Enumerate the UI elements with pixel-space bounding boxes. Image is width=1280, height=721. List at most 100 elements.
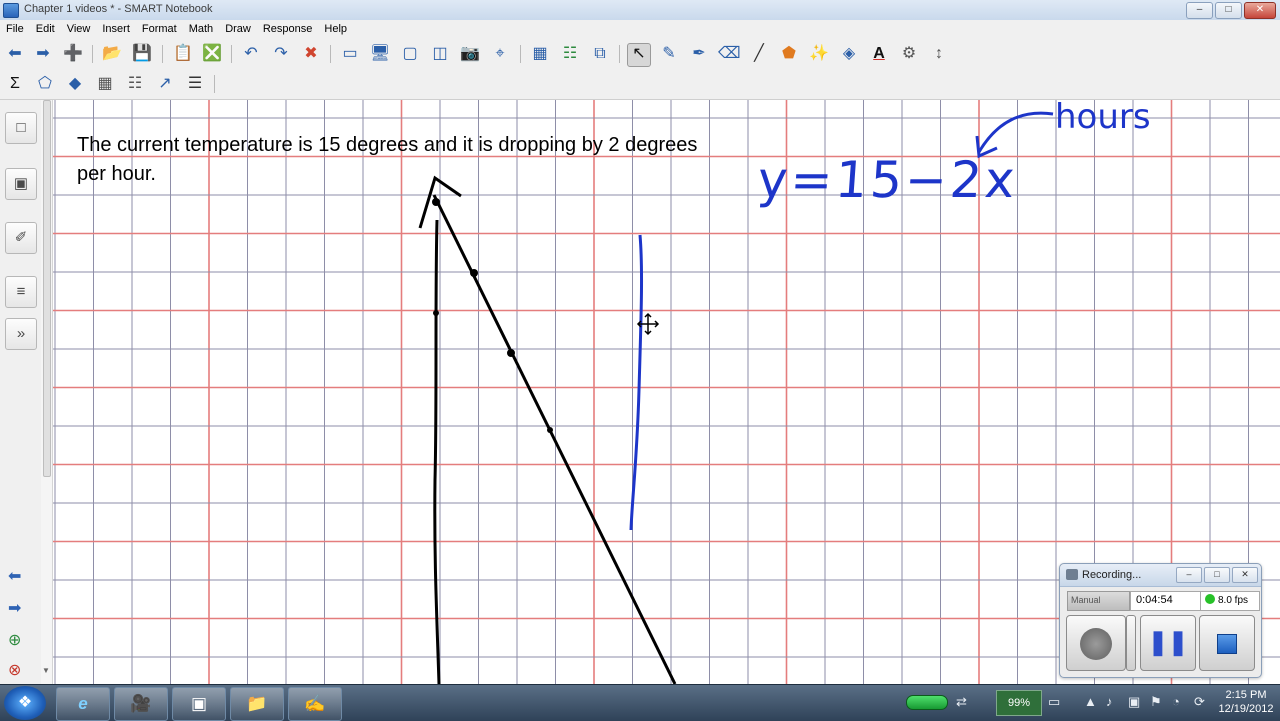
sync-tray-icon[interactable]: ⟳: [1194, 694, 1205, 710]
page-sorter-icon[interactable]: □: [5, 112, 37, 144]
clock[interactable]: 2:15 PM 12/19/2012: [1216, 688, 1276, 716]
select-pointer-icon[interactable]: ↖: [627, 43, 651, 67]
volume-tray-icon[interactable]: ♪: [1106, 694, 1113, 709]
add-ons-tab-icon[interactable]: »: [5, 318, 37, 350]
menu-draw[interactable]: Draw: [219, 20, 257, 39]
shapes-icon[interactable]: ⬟: [778, 43, 800, 65]
menu-help[interactable]: Help: [318, 20, 353, 39]
full-screen-icon[interactable]: 🖥: [369, 43, 391, 65]
wireless-tray-icon[interactable]: ◔: [1172, 694, 1180, 709]
recorder-app-icon[interactable]: ▣: [172, 687, 226, 721]
previous-page-icon[interactable]: ⬅: [8, 566, 21, 586]
insert-table-icon[interactable]: ▦: [529, 43, 551, 65]
window-title: Chapter 1 videos * - SMART Notebook: [24, 3, 213, 15]
dual-page-icon[interactable]: ◫: [429, 43, 451, 65]
pen-icon[interactable]: ✎: [658, 43, 680, 65]
properties-gear-icon[interactable]: ⚙: [898, 43, 920, 65]
stop-button[interactable]: [1199, 615, 1255, 671]
recorder-title-bar[interactable]: Recording... – □ ✕: [1060, 564, 1261, 587]
fps-indicator: 8.0 fps: [1200, 591, 1260, 611]
scrollbar-thumb[interactable]: [43, 100, 51, 477]
document-camera-icon[interactable]: ⌖: [489, 43, 511, 65]
internet-explorer-icon[interactable]: e: [56, 687, 110, 721]
redo-icon[interactable]: ↷: [270, 43, 292, 65]
menu-math[interactable]: Math: [183, 20, 219, 39]
menu-edit[interactable]: Edit: [30, 20, 61, 39]
system-tray: ⇄ 99% ▭ ▲ ♪ ▣ ⚑ ◔ ⟳ 2:15 PM 12/19/2012: [862, 685, 1280, 721]
delete-icon[interactable]: ✖: [300, 43, 322, 65]
flag-tray-icon[interactable]: ⚑: [1150, 694, 1162, 710]
save-icon[interactable]: 💾: [131, 43, 153, 65]
add-ons-icon[interactable]: ⧉: [589, 43, 611, 65]
fill-icon[interactable]: ◈: [838, 43, 860, 65]
grid-icon[interactable]: ▦: [94, 73, 116, 95]
record-button[interactable]: [1066, 615, 1126, 671]
forward-arrow-icon[interactable]: ➡: [32, 43, 54, 65]
paste-icon[interactable]: 📋: [172, 43, 194, 65]
network-tray-icon[interactable]: ⇄: [956, 694, 967, 710]
add-page-icon[interactable]: ➕: [62, 43, 84, 65]
recording-mode-select[interactable]: Manual: [1067, 591, 1130, 611]
recorder-window-controls: – □ ✕: [1176, 567, 1258, 583]
graph-icon[interactable]: ↗: [154, 73, 176, 95]
minimize-button[interactable]: –: [1186, 2, 1213, 19]
delete-page-icon[interactable]: ❎: [201, 43, 223, 65]
open-folder-icon[interactable]: 📂: [101, 43, 123, 65]
show-hidden-icons-icon[interactable]: ▲: [1084, 694, 1097, 709]
fps-value: 8.0 fps: [1218, 595, 1249, 606]
properties-icon[interactable]: ☷: [559, 43, 581, 65]
table-icon[interactable]: ☷: [124, 73, 146, 95]
delete-page-side-icon[interactable]: ⊗: [8, 660, 21, 680]
power-tray-icon[interactable]: ▭: [1048, 694, 1060, 710]
start-button[interactable]: ❖: [4, 686, 46, 720]
undo-icon[interactable]: ↶: [240, 43, 262, 65]
close-button[interactable]: ✕: [1244, 2, 1276, 19]
side-scrollbar[interactable]: ▼: [41, 100, 53, 684]
transparent-background-icon[interactable]: ▢: [399, 43, 421, 65]
pause-button[interactable]: ❚❚: [1140, 615, 1196, 671]
axis-point: [433, 310, 439, 316]
response-icon[interactable]: ☰: [184, 73, 206, 95]
move-toolbar-icon[interactable]: ↕: [928, 43, 950, 65]
scroll-down-icon[interactable]: ▼: [42, 666, 50, 675]
screen-capture-icon[interactable]: 📷: [459, 43, 481, 65]
battery-percentage[interactable]: 99%: [996, 690, 1042, 716]
magic-pen-icon[interactable]: ✨: [808, 43, 830, 65]
elapsed-time: 0:04:54: [1130, 591, 1203, 611]
menu-response[interactable]: Response: [257, 20, 319, 39]
attachments-icon[interactable]: ✐: [5, 222, 37, 254]
recorder-maximize-button[interactable]: □: [1204, 567, 1230, 583]
properties-tab-icon[interactable]: ≡: [5, 276, 37, 308]
next-page-icon[interactable]: ➡: [8, 598, 21, 618]
recorder-close-button[interactable]: ✕: [1232, 567, 1258, 583]
record-options-button[interactable]: [1126, 615, 1136, 671]
y-axis-stroke: [433, 219, 441, 684]
geometry-icon[interactable]: ◆: [64, 73, 86, 95]
recorder-minimize-button[interactable]: –: [1176, 567, 1202, 583]
gallery-icon[interactable]: ▣: [5, 168, 37, 200]
display-tray-icon[interactable]: ▣: [1128, 694, 1140, 710]
line-point: [470, 269, 478, 277]
stop-icon: [1217, 633, 1237, 654]
menu-view[interactable]: View: [61, 20, 97, 39]
folder-app-icon[interactable]: 📁: [230, 687, 284, 721]
title-bar: Chapter 1 videos * - SMART Notebook – □ …: [0, 0, 1280, 21]
add-page-side-icon[interactable]: ⊕: [8, 630, 21, 650]
creative-pen-icon[interactable]: ✒: [688, 43, 710, 65]
battery-gauge-icon[interactable]: [906, 695, 948, 710]
maximize-button[interactable]: □: [1215, 2, 1242, 19]
smart-notebook-app-icon[interactable]: ✍: [288, 687, 342, 721]
text-icon[interactable]: A: [868, 43, 890, 65]
line-point: [507, 349, 515, 357]
back-arrow-icon[interactable]: ⬅: [4, 43, 26, 65]
eraser-icon[interactable]: ⌫: [718, 43, 741, 65]
menu-format[interactable]: Format: [136, 20, 183, 39]
measurement-icon[interactable]: ⬠: [34, 73, 56, 95]
line-icon[interactable]: ╱: [748, 43, 770, 65]
menu-insert[interactable]: Insert: [96, 20, 136, 39]
screen-shade-icon[interactable]: ▭: [339, 43, 361, 65]
line-point: [432, 198, 440, 206]
menu-file[interactable]: File: [0, 20, 30, 39]
video-camera-app-icon[interactable]: 🎥: [114, 687, 168, 721]
sigma-math-icon[interactable]: Σ: [4, 73, 26, 95]
